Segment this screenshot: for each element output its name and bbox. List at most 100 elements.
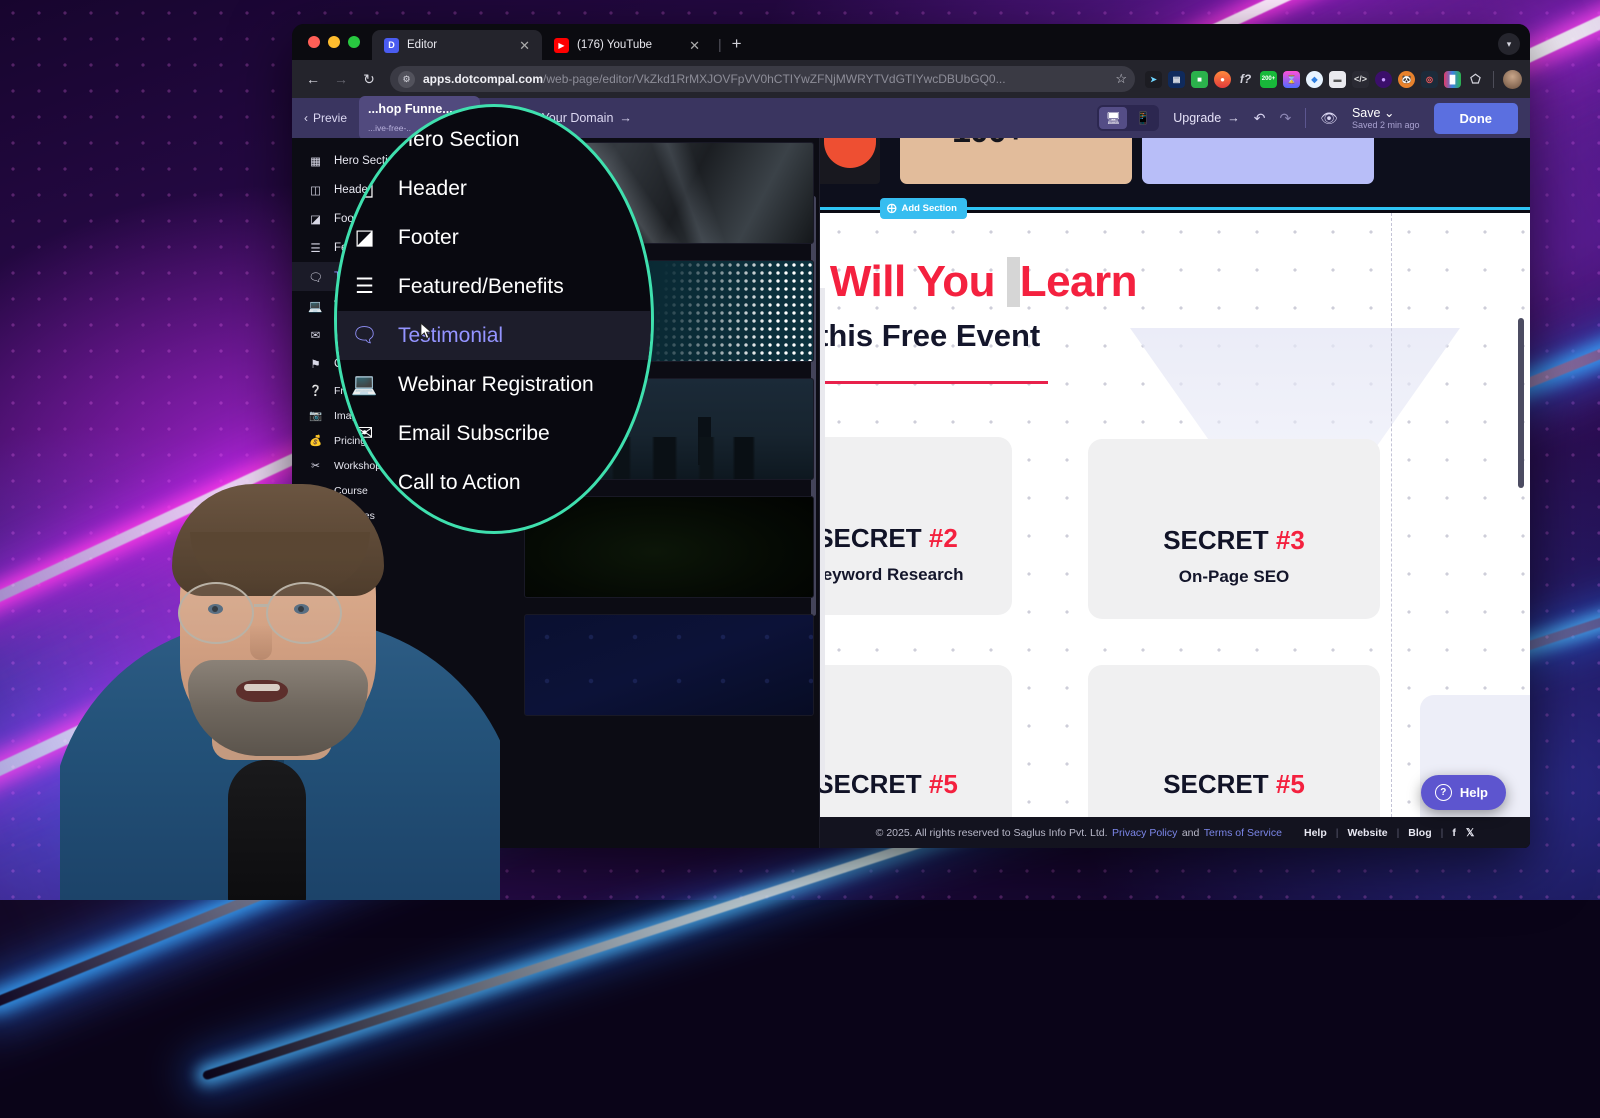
code-extension-icon[interactable]: </> bbox=[1352, 71, 1369, 88]
blog-link[interactable]: Blog bbox=[1408, 827, 1431, 839]
white-card-extension-icon[interactable]: ▬ bbox=[1329, 71, 1346, 88]
headline-secondary[interactable]: this Free Event bbox=[820, 318, 1040, 354]
secret-card[interactable]: SECRET #5 bbox=[1088, 665, 1380, 817]
maximize-window-button[interactable] bbox=[348, 36, 360, 48]
orange-circle-extension-icon[interactable]: ● bbox=[1214, 71, 1231, 88]
and-text: and bbox=[1182, 827, 1200, 839]
footer-separator: | bbox=[1441, 827, 1444, 839]
tab-editor[interactable]: D Editor ✕ bbox=[372, 30, 542, 60]
reload-button[interactable]: ↻ bbox=[356, 66, 382, 92]
tab-youtube[interactable]: ▶ (176) YouTube ✕ bbox=[542, 30, 712, 60]
help-label: Help bbox=[1460, 785, 1488, 800]
magnified-section-item-testimonial[interactable]: 🗨Testimonial bbox=[334, 311, 654, 360]
browser-tab-strip: D Editor ✕ ▶ (176) YouTube ✕ | + ▾ bbox=[292, 24, 1530, 60]
magnified-section-item-label: Header bbox=[398, 177, 467, 201]
headline-primary[interactable]: t Will You Learn bbox=[820, 257, 1137, 307]
presenter-glasses-bridge bbox=[254, 604, 268, 607]
cursor-extension-icon[interactable]: ➤ bbox=[1145, 71, 1162, 88]
tab-title: (176) YouTube bbox=[577, 39, 679, 51]
200plus-badge-icon[interactable]: 200+ bbox=[1260, 71, 1277, 88]
section-thumbnail[interactable] bbox=[524, 614, 814, 716]
add-section-label: Add Section bbox=[902, 203, 957, 214]
undo-icon[interactable]: ↶ bbox=[1254, 110, 1266, 127]
upgrade-label: Upgrade bbox=[1173, 111, 1221, 125]
chevron-down-icon[interactable]: ▾ bbox=[1498, 33, 1520, 55]
focus-frame-icon[interactable]: ◎ bbox=[1421, 71, 1438, 88]
book-extension-icon[interactable]: ▤ bbox=[1168, 71, 1185, 88]
question-circle-icon: ? bbox=[1435, 784, 1452, 801]
text-selection-caret bbox=[1007, 257, 1020, 307]
headline-underline bbox=[820, 381, 1048, 384]
desktop-icon[interactable]: 🖥 bbox=[1099, 107, 1127, 129]
formula-extension-icon[interactable]: f? bbox=[1237, 71, 1254, 88]
chevron-left-icon: ‹ bbox=[304, 111, 308, 125]
magnified-section-item-featured-benefits[interactable]: ☰Featured/Benefits bbox=[334, 262, 654, 311]
hero-section-icon: ▦ bbox=[308, 153, 323, 168]
add-section-button[interactable]: ⨁ Add Section bbox=[880, 198, 967, 219]
back-button[interactable]: ← bbox=[300, 66, 326, 92]
tab-divider: | bbox=[718, 36, 722, 52]
purple-dot-extension-icon[interactable]: ● bbox=[1375, 71, 1392, 88]
new-tab-button[interactable]: + bbox=[732, 34, 742, 54]
email-subscribe-icon: ✉ bbox=[308, 327, 323, 342]
image-gallery-icon: 📷 bbox=[308, 408, 323, 423]
close-window-button[interactable] bbox=[308, 36, 320, 48]
magnified-section-item-footer[interactable]: ◪Footer bbox=[334, 213, 654, 262]
redo-icon[interactable]: ↷ bbox=[1279, 110, 1291, 127]
webinar-registration-icon: 💻 bbox=[351, 371, 378, 398]
help-link[interactable]: Help bbox=[1304, 827, 1327, 839]
app-footer: © 2025. All rights reserved to Saglus In… bbox=[820, 817, 1530, 848]
presenter-hair bbox=[172, 484, 384, 596]
done-button[interactable]: Done bbox=[1434, 103, 1519, 134]
page-preview-area: t Will You Learn this Free Event SECRET … bbox=[820, 213, 1530, 817]
close-icon[interactable]: ✕ bbox=[517, 39, 532, 52]
robot-extension-icon[interactable]: ■ bbox=[1191, 71, 1208, 88]
website-link[interactable]: Website bbox=[1347, 827, 1387, 839]
user-avatar[interactable] bbox=[1503, 70, 1522, 89]
secret-card[interactable]: SECRET #5 bbox=[820, 665, 1012, 817]
privacy-policy-link[interactable]: Privacy Policy bbox=[1112, 827, 1177, 839]
section-block-tan[interactable]: 100+ bbox=[900, 138, 1132, 184]
close-icon[interactable]: ✕ bbox=[687, 39, 702, 52]
metamask-fox-icon[interactable]: 🐼 bbox=[1398, 71, 1415, 88]
mobile-icon[interactable]: 📱 bbox=[1129, 107, 1157, 129]
testimonial-icon: 🗨 bbox=[351, 322, 378, 349]
hourglass-extension-icon[interactable]: ⌛ bbox=[1283, 71, 1300, 88]
magnified-section-item-header[interactable]: ◫Header bbox=[334, 164, 654, 213]
cube-extension-icon[interactable]: ⬠ bbox=[1467, 71, 1484, 88]
facebook-icon[interactable]: f bbox=[1452, 827, 1456, 839]
magnified-section-item-hero-section[interactable]: ▦Hero Section bbox=[334, 115, 654, 164]
save-button[interactable]: Save ⌄ Saved 2 min ago bbox=[1352, 106, 1420, 131]
x-twitter-icon[interactable]: 𝕏 bbox=[1466, 827, 1474, 839]
toolbar-divider bbox=[1493, 71, 1494, 88]
window-controls[interactable] bbox=[304, 24, 372, 60]
help-widget-button[interactable]: ? Help bbox=[1421, 775, 1506, 810]
tab-title: Editor bbox=[407, 39, 509, 51]
device-toggle[interactable]: 🖥 📱 bbox=[1097, 105, 1159, 131]
upgrade-button[interactable]: Upgrade → bbox=[1173, 111, 1239, 125]
terms-of-service-link[interactable]: Terms of Service bbox=[1204, 827, 1282, 839]
section-thumbnail[interactable] bbox=[524, 496, 814, 598]
plus-circle-icon: ⨁ bbox=[887, 203, 897, 214]
section-block-orange[interactable] bbox=[820, 138, 880, 184]
address-bar[interactable]: ⚙ apps.dotcompal.com/web-page/editor/VkZ… bbox=[390, 66, 1135, 92]
color-bars-icon[interactable]: █ bbox=[1444, 71, 1461, 88]
minimize-window-button[interactable] bbox=[328, 36, 340, 48]
forward-button[interactable]: → bbox=[328, 66, 354, 92]
mouse-cursor-icon bbox=[420, 322, 433, 340]
card-title: SECRET #5 bbox=[820, 769, 1012, 800]
toolbar-divider bbox=[1305, 108, 1306, 128]
canvas-scrollbar[interactable] bbox=[1518, 318, 1524, 488]
stat-number: 100+ bbox=[952, 138, 1025, 151]
eye-icon[interactable]: 👁 bbox=[1320, 110, 1338, 127]
star-icon[interactable]: ☆ bbox=[1115, 71, 1129, 87]
secret-card[interactable]: SECRET #2 Keyword Research bbox=[820, 437, 1012, 615]
webinar-registration-icon: 💻 bbox=[308, 298, 323, 313]
hero-section-icon: ▦ bbox=[351, 126, 378, 153]
blue-diamond-extension-icon[interactable]: ◆ bbox=[1306, 71, 1323, 88]
site-settings-icon[interactable]: ⚙ bbox=[398, 71, 415, 88]
magnified-section-item-webinar-registration[interactable]: 💻Webinar Registration bbox=[334, 360, 654, 409]
section-block-lavender[interactable] bbox=[1142, 138, 1374, 184]
secret-card[interactable]: SECRET #3 On-Page SEO bbox=[1088, 439, 1380, 619]
presenter-microphone bbox=[228, 760, 306, 900]
